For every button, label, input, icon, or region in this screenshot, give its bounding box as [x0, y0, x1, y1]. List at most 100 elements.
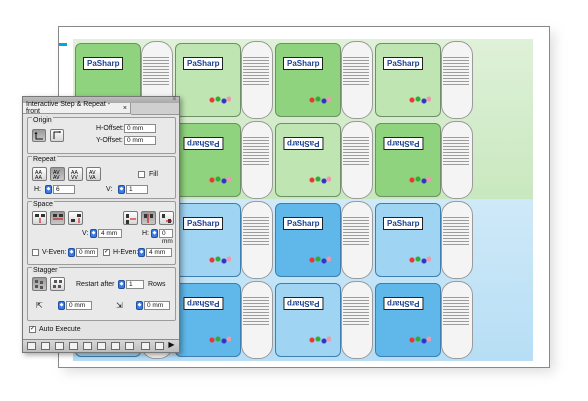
pasharp-logo: PaSharp — [383, 137, 424, 150]
footer-grid-icon[interactable] — [111, 342, 120, 350]
box-copy-text — [343, 297, 369, 327]
balloons-illustration — [309, 175, 331, 185]
space-v-gap-icon[interactable] — [32, 211, 47, 225]
repeat-h-field[interactable]: 6 — [53, 185, 75, 194]
footer-options-icon[interactable] — [141, 342, 150, 350]
pasharp-logo: PaSharp — [183, 297, 224, 310]
repeat-aa-icon[interactable]: AA AA — [32, 167, 47, 181]
box-panel — [175, 283, 241, 357]
footer-layers-icon[interactable] — [55, 342, 64, 350]
panel-tab[interactable]: Interactive Step & Repeat - front × — [23, 101, 131, 115]
space-v-field[interactable]: 4 mm — [98, 229, 122, 238]
box-panel — [275, 283, 341, 357]
svg-text:VA: VA — [89, 175, 96, 180]
h-even-field[interactable]: 4 mm — [146, 248, 172, 257]
pasharp-logo: PaSharp — [183, 57, 224, 70]
box-panel — [375, 283, 441, 357]
footer-import-icon[interactable] — [83, 342, 92, 350]
restart-after-field[interactable]: 1 — [126, 280, 144, 289]
box-copy-text — [143, 57, 169, 87]
footer-new-icon[interactable] — [27, 342, 36, 350]
fill-label: Fill — [149, 171, 158, 178]
pasharp-logo: PaSharp — [283, 217, 324, 230]
pasharp-logo: PaSharp — [383, 217, 424, 230]
svg-text:AV: AV — [53, 175, 60, 180]
repeat-legend: Repeat — [32, 156, 57, 163]
balloons-illustration — [309, 95, 331, 105]
v-even-checkbox[interactable] — [32, 249, 39, 256]
repeat-flip-v-icon[interactable]: AA VV — [68, 167, 83, 181]
pasharp-logo: PaSharp — [383, 57, 424, 70]
stagger-shift-v-field[interactable]: 0 mm — [144, 301, 170, 310]
panel-footer-toolbar: ▶ — [23, 339, 179, 352]
repeat-flip-h-icon[interactable]: AV AV — [50, 167, 65, 181]
svg-text:AA: AA — [35, 175, 43, 180]
repeat-h-stepper[interactable]: ◆ — [45, 185, 52, 194]
h-even-stepper[interactable]: ◆ — [138, 248, 145, 257]
footer-save-icon[interactable] — [41, 342, 50, 350]
footer-export-icon[interactable] — [97, 342, 106, 350]
box-panel — [275, 123, 341, 197]
box-copy-text — [443, 217, 469, 247]
box-copy-text — [243, 297, 269, 327]
panel-menu-icon[interactable]: ≡ — [172, 96, 176, 102]
space-section: Space V: ◆ 4 mm H: ◆ 0 mm V-Even: ◆ 0 mm… — [27, 201, 176, 265]
space-h-mid-icon[interactable] — [141, 211, 156, 225]
v-even-label: V-Even: — [42, 249, 67, 256]
svg-text:VV: VV — [71, 175, 78, 180]
balloons-illustration — [409, 255, 431, 265]
origin-legend: Origin — [32, 117, 53, 124]
balloons-illustration — [209, 95, 231, 105]
h-offset-field[interactable]: 0 mm — [124, 124, 156, 133]
stagger-grid-icon[interactable] — [32, 277, 47, 291]
stagger-shift-v-stepper[interactable]: ◆ — [136, 301, 143, 310]
space-legend: Space — [32, 201, 54, 208]
step-repeat-panel: ≡ Interactive Step & Repeat - front × Or… — [22, 96, 180, 353]
v-even-stepper[interactable]: ◆ — [68, 248, 75, 257]
h-even-checkbox[interactable]: ✓ — [103, 249, 110, 256]
auto-execute-checkbox[interactable]: ✓ — [29, 326, 36, 333]
pasharp-logo: PaSharp — [183, 137, 224, 150]
space-v-mid-icon[interactable] — [50, 211, 65, 225]
v-even-field[interactable]: 0 mm — [76, 248, 98, 257]
pasharp-logo: PaSharp — [383, 297, 424, 310]
restart-after-label: Restart after — [76, 281, 115, 288]
box-panel — [375, 43, 441, 117]
box-copy-text — [243, 217, 269, 247]
box-panel — [175, 123, 241, 197]
play-icon[interactable]: ▶ — [167, 341, 176, 350]
footer-duplicate-icon[interactable] — [69, 342, 78, 350]
box-copy-text — [443, 57, 469, 87]
stagger-shift-v-icon: ⇲ — [116, 301, 123, 310]
space-v-edge-icon[interactable] — [68, 211, 83, 225]
repeat-section: Repeat AA AA AV AV AA VV AV VA Fill H: ◆ 6 V… — [27, 156, 176, 199]
registration-swatch — [59, 43, 67, 46]
stagger-shift-h-field[interactable]: 0 mm — [66, 301, 92, 310]
fill-checkbox[interactable] — [138, 171, 145, 178]
footer-trash-icon[interactable] — [125, 342, 134, 350]
repeat-v-stepper[interactable]: ◆ — [118, 185, 125, 194]
space-h-edge-icon[interactable] — [159, 211, 174, 225]
box-panel — [375, 203, 441, 277]
box-panel — [375, 123, 441, 197]
stagger-offset-icon[interactable] — [50, 277, 65, 291]
restart-after-stepper[interactable]: ◆ — [118, 280, 125, 289]
box-panel — [275, 43, 341, 117]
stagger-shift-h-stepper[interactable]: ◆ — [58, 301, 65, 310]
origin-bottom-left-button[interactable] — [50, 129, 64, 142]
balloons-illustration — [209, 335, 231, 345]
space-h-stepper[interactable]: ◆ — [151, 229, 158, 238]
space-v-stepper[interactable]: ◆ — [90, 229, 97, 238]
origin-section: Origin H-Offset: 0 mm Y-Offset: 0 mm — [27, 117, 176, 154]
h-offset-label: H-Offset: — [96, 125, 124, 132]
space-h-field[interactable]: 0 mm — [159, 229, 173, 245]
box-copy-text — [243, 57, 269, 87]
v-offset-field[interactable]: 0 mm — [124, 136, 156, 145]
footer-align-icon[interactable] — [155, 342, 164, 350]
box-copy-text — [343, 137, 369, 167]
space-h-gap-icon[interactable] — [123, 211, 138, 225]
origin-top-left-button[interactable] — [32, 129, 46, 142]
repeat-flip-both-icon[interactable]: AV VA — [86, 167, 101, 181]
close-icon[interactable]: × — [123, 105, 127, 112]
repeat-v-field[interactable]: 1 — [126, 185, 148, 194]
